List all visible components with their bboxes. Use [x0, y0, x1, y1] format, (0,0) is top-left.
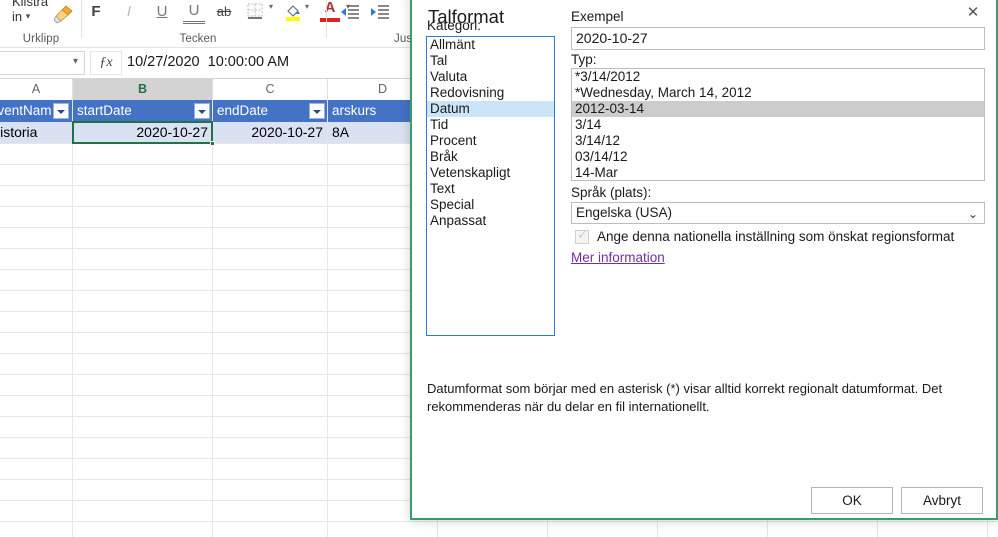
- regional-format-checkbox[interactable]: ✓: [575, 227, 589, 244]
- bold-icon[interactable]: F: [85, 0, 107, 24]
- chevron-down-icon-namebox[interactable]: ▾: [73, 56, 78, 67]
- column-header-b[interactable]: B: [73, 79, 213, 100]
- ribbon-group-clipboard: Klistra in ▾ Urklipp: [0, 0, 82, 47]
- format-painter-icon[interactable]: [52, 4, 74, 24]
- type-item-4[interactable]: 3/14/12: [572, 133, 984, 149]
- format-cells-dialog: Talformat ✕ Kategori: Allmänt Tal Valuta…: [410, 0, 998, 520]
- category-item-brak[interactable]: Bråk: [427, 149, 554, 165]
- category-label: Kategori:: [427, 18, 482, 33]
- filter-button-startdate[interactable]: [194, 103, 210, 119]
- paste-label-line1: Klistra: [12, 0, 49, 9]
- type-item-0[interactable]: *3/14/2012: [572, 69, 984, 85]
- chevron-down-icon-fill[interactable]: ▾: [305, 2, 309, 11]
- category-item-allmant[interactable]: Allmänt: [427, 37, 554, 53]
- decrease-indent-icon[interactable]: [340, 4, 360, 20]
- ribbon-group-label-clipboard: Urklipp: [22, 33, 60, 45]
- example-value: 2020-10-27: [571, 27, 985, 50]
- insert-function-icon[interactable]: ƒx: [90, 51, 122, 75]
- type-item-5[interactable]: 03/14/12: [572, 149, 984, 165]
- borders-icon[interactable]: [246, 3, 266, 21]
- chevron-down-icon-locale[interactable]: ⌄: [968, 204, 978, 224]
- paste-label-line2: in: [12, 9, 23, 24]
- ribbon-divider: [326, 0, 327, 38]
- underline-icon[interactable]: U: [151, 0, 173, 24]
- fill-handle[interactable]: [210, 141, 215, 146]
- ribbon-group-label-font: Tecken: [179, 33, 217, 45]
- gridline: [212, 100, 213, 537]
- cancel-button[interactable]: Avbryt: [901, 487, 983, 514]
- column-header-c[interactable]: C: [213, 79, 328, 100]
- cell-c2[interactable]: 2020-10-27: [213, 122, 327, 143]
- locale-label: Språk (plats):: [571, 185, 652, 200]
- filter-button-eventname[interactable]: [53, 103, 69, 119]
- ribbon-group-font: F I U U ab ▾ ▾ A ▾ Tecken: [83, 0, 350, 47]
- ok-button[interactable]: OK: [811, 487, 893, 514]
- category-item-tid[interactable]: Tid: [427, 117, 554, 133]
- category-item-text[interactable]: Text: [427, 181, 554, 197]
- example-label: Exempel: [571, 9, 624, 24]
- column-header-a[interactable]: A: [0, 79, 73, 100]
- type-item-6[interactable]: 14-Mar: [572, 165, 984, 180]
- locale-selected-value: Engelska (USA): [576, 205, 673, 220]
- category-item-vetenskapligt[interactable]: Vetenskapligt: [427, 165, 554, 181]
- dialog-description: Datumformat som börjar med en asterisk (…: [427, 381, 943, 414]
- regional-format-label: Ange denna nationella inställning som ön…: [597, 229, 955, 244]
- category-item-datum[interactable]: Datum: [427, 101, 554, 117]
- italic-icon[interactable]: I: [118, 0, 140, 24]
- category-item-valuta[interactable]: Valuta: [427, 69, 554, 85]
- category-item-special[interactable]: Special: [427, 197, 554, 213]
- gridline: [0, 521, 998, 522]
- close-icon[interactable]: ✕: [960, 2, 986, 24]
- cell-b2[interactable]: 2020-10-27: [73, 122, 212, 143]
- chevron-down-icon[interactable]: ▾: [26, 11, 31, 21]
- category-item-redovisning[interactable]: Redovisning: [427, 85, 554, 101]
- more-information-link[interactable]: Mer information: [571, 250, 665, 265]
- type-item-3[interactable]: 3/14: [572, 117, 984, 133]
- type-item-1[interactable]: *Wednesday, March 14, 2012: [572, 85, 984, 101]
- table-header-startdate[interactable]: startDate: [73, 100, 212, 122]
- type-listbox[interactable]: *3/14/2012 *Wednesday, March 14, 2012 20…: [571, 68, 985, 181]
- fill-color-icon[interactable]: [283, 2, 303, 22]
- filter-button-enddate[interactable]: [309, 103, 325, 119]
- locale-dropdown[interactable]: Engelska (USA) ⌄: [571, 202, 985, 224]
- strikethrough-icon[interactable]: ab: [213, 0, 235, 24]
- category-item-procent[interactable]: Procent: [427, 133, 554, 149]
- category-listbox[interactable]: Allmänt Tal Valuta Redovisning Datum Tid…: [426, 36, 555, 336]
- cell-a2[interactable]: Historia: [0, 122, 72, 143]
- type-label: Typ:: [571, 52, 597, 67]
- check-icon: ✓: [577, 227, 588, 242]
- gridline: [72, 100, 73, 537]
- chevron-down-icon-borders[interactable]: ▾: [269, 2, 273, 11]
- type-item-2[interactable]: 2012-03-14: [572, 101, 984, 117]
- double-underline-icon[interactable]: U: [183, 0, 205, 24]
- increase-indent-icon[interactable]: [370, 4, 390, 20]
- category-item-tal[interactable]: Tal: [427, 53, 554, 69]
- name-box[interactable]: ▾: [0, 51, 85, 75]
- ribbon-divider: [81, 0, 82, 38]
- category-item-anpassat[interactable]: Anpassat: [427, 213, 554, 229]
- gridline: [327, 100, 328, 537]
